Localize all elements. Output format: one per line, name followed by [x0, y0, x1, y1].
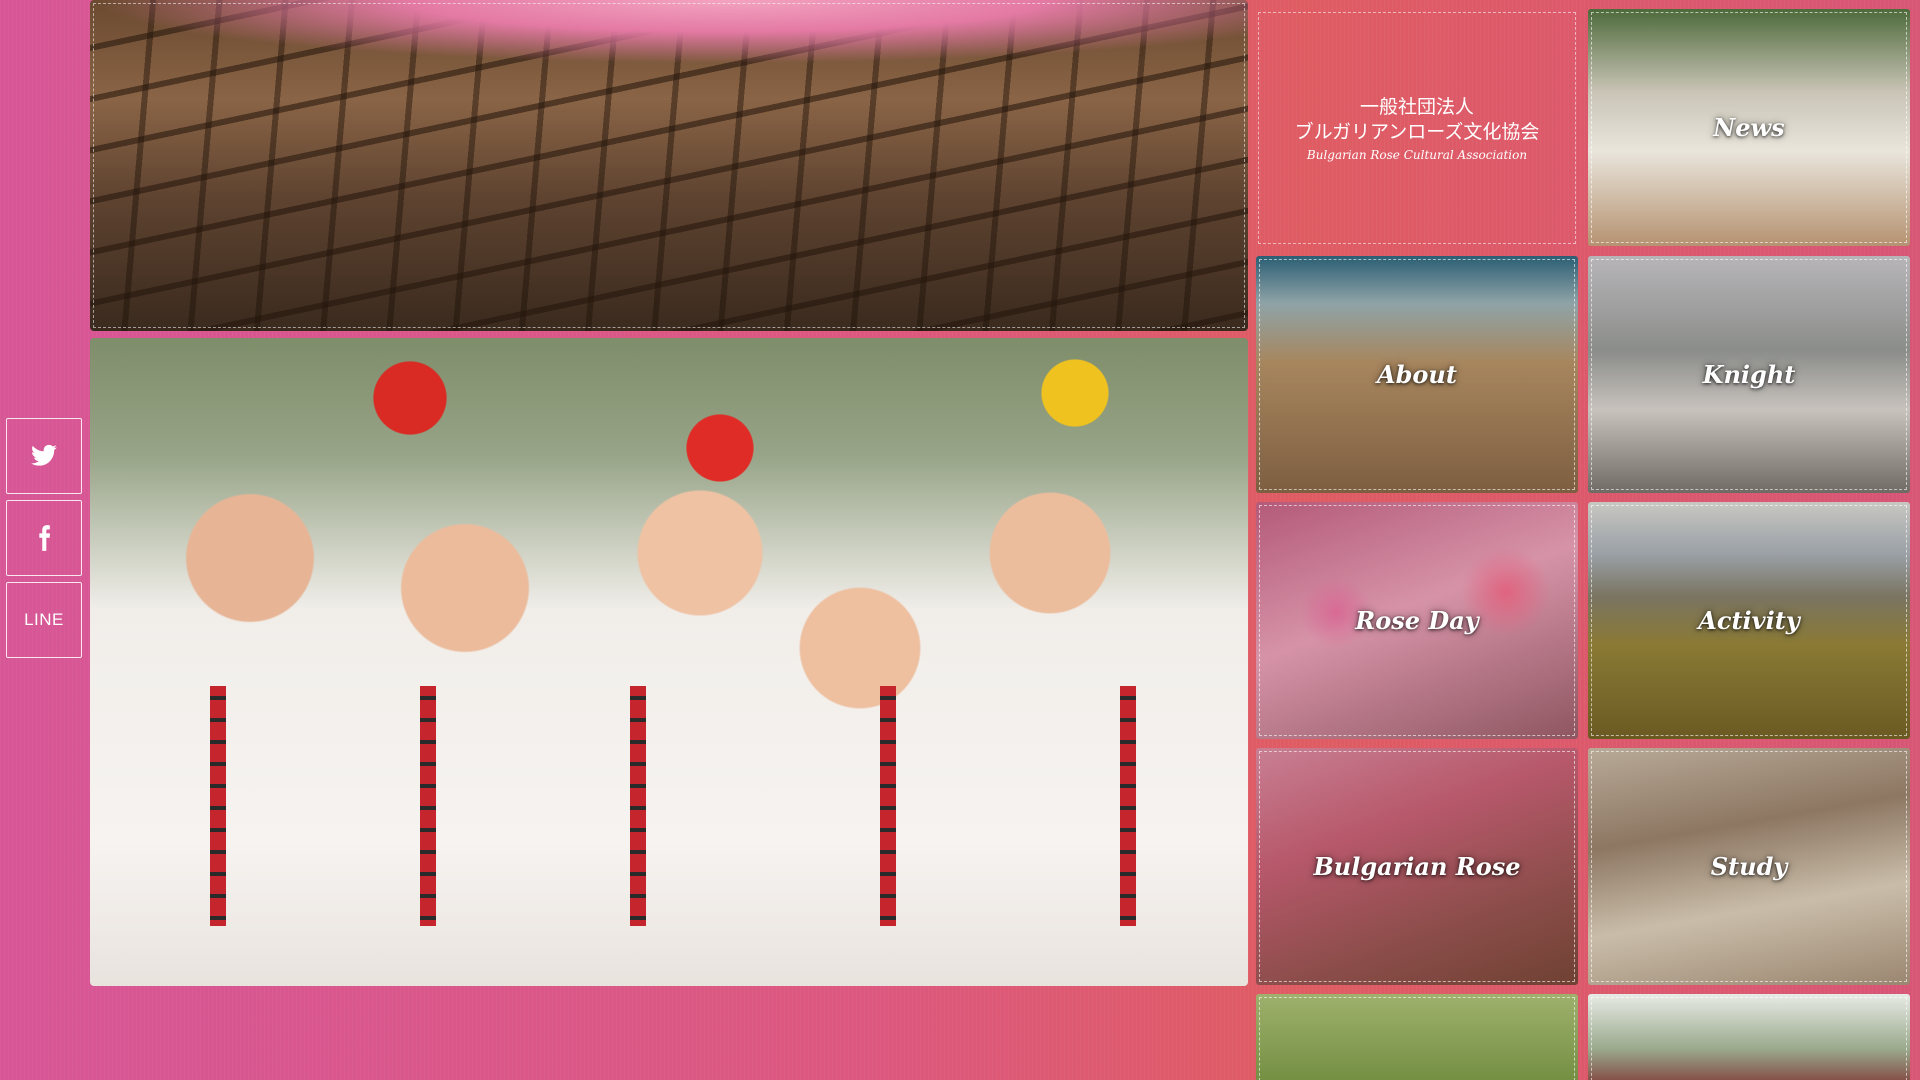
twitter-icon [31, 444, 57, 466]
nav-tile-study[interactable]: Study [1588, 748, 1910, 985]
embroidery-detail [630, 686, 646, 926]
hero-photo-folk-girls [90, 338, 1248, 986]
nav-tile-activity[interactable]: Activity [1588, 502, 1910, 739]
line-share-button[interactable]: LINE [6, 582, 82, 658]
tile-frame [1259, 997, 1575, 1080]
line-label: LINE [24, 610, 64, 629]
nav-tile-label: News [1713, 113, 1785, 142]
embroidery-detail [420, 686, 436, 926]
facebook-icon [39, 525, 51, 551]
nav-tile-bulgarian-rose[interactable]: Bulgarian Rose [1256, 748, 1578, 985]
nav-tile-knight[interactable]: Knight [1588, 256, 1910, 493]
nav-tile-label: Rose Day [1355, 606, 1479, 635]
tile-frame [1591, 997, 1907, 1080]
share-buttons: LINE [6, 418, 84, 658]
nav-tile-label: Knight [1702, 360, 1796, 389]
photo-frame [93, 3, 1245, 328]
nav-tile-label: Study [1710, 852, 1788, 881]
nav-tile-news[interactable]: News [1588, 9, 1910, 246]
embroidery-detail [880, 686, 896, 926]
nav-tile-rose-day[interactable]: Rose Day [1256, 502, 1578, 739]
embroidery-detail [210, 686, 226, 926]
hero-photo-rose-basket [90, 0, 1248, 331]
nav-tile-partial-greenery[interactable] [1256, 994, 1578, 1080]
nav-tile-label: About [1377, 360, 1457, 389]
nav-tile-partial-roses[interactable] [1588, 994, 1910, 1080]
nav-tile-about[interactable]: About [1256, 256, 1578, 493]
org-name-en: Bulgarian Rose Cultural Association [1306, 147, 1528, 162]
site-logo[interactable]: 一般社団法人 ブルガリアンローズ文化協会 Bulgarian Rose Cult… [1258, 12, 1576, 244]
facebook-share-button[interactable] [6, 500, 82, 576]
nav-tile-label: Activity [1698, 606, 1800, 635]
embroidery-detail [1120, 686, 1136, 926]
org-name-ja-line2: ブルガリアンローズ文化協会 [1294, 120, 1540, 143]
nav-tile-label: Bulgarian Rose [1313, 852, 1521, 881]
twitter-share-button[interactable] [6, 418, 82, 494]
org-name-ja-line1: 一般社団法人 [1359, 95, 1474, 118]
